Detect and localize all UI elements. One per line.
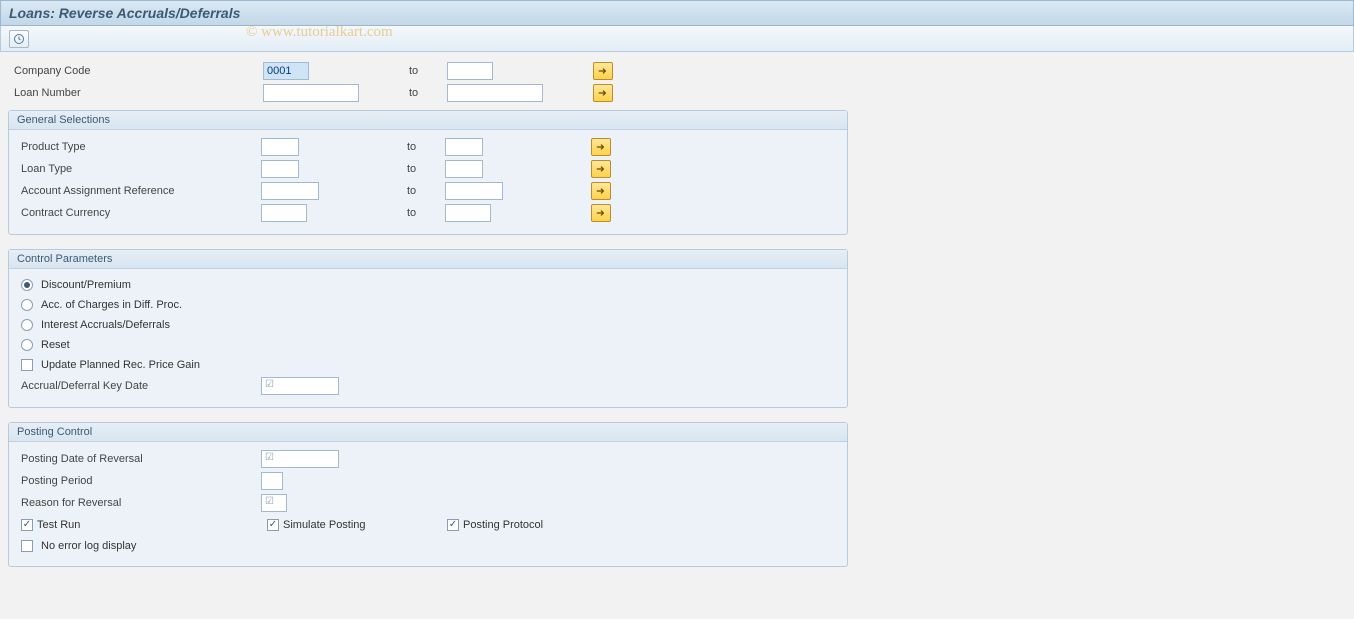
label-radio-interest: Interest Accruals/Deferrals	[41, 319, 170, 331]
arrow-right-icon	[597, 88, 609, 98]
posting-period-input[interactable]	[261, 472, 283, 490]
label-posting-period: Posting Period	[15, 475, 261, 487]
label-simulate-posting: Simulate Posting	[283, 519, 366, 531]
label-update-planned: Update Planned Rec. Price Gain	[41, 359, 200, 371]
label-loan-type: Loan Type	[15, 163, 261, 175]
clock-execute-icon	[13, 33, 25, 45]
label-radio-discount: Discount/Premium	[41, 279, 131, 291]
arrow-right-icon	[595, 208, 607, 218]
label-loan-number: Loan Number	[8, 87, 263, 99]
to-label: to	[405, 87, 447, 99]
company-code-from-input[interactable]	[263, 62, 309, 80]
posting-date-reversal-input[interactable]	[261, 450, 339, 468]
watermark: © www.tutorialkart.com	[246, 24, 393, 41]
loan-number-multi-select-button[interactable]	[593, 84, 613, 102]
group-control-parameters: Control Parameters Discount/Premium Acc.…	[8, 249, 848, 408]
to-label: to	[403, 185, 445, 197]
label-contract-currency: Contract Currency	[15, 207, 261, 219]
loan-type-to-input[interactable]	[445, 160, 483, 178]
label-posting-protocol: Posting Protocol	[463, 519, 543, 531]
label-test-run: Test Run	[37, 519, 80, 531]
checkbox-no-error-log[interactable]	[21, 540, 33, 552]
arrow-right-icon	[595, 164, 607, 174]
loan-type-multi-select-button[interactable]	[591, 160, 611, 178]
row-loan-number: Loan Number to	[8, 82, 1346, 104]
page-title: Loans: Reverse Accruals/Deferrals	[9, 5, 240, 21]
group-posting-control: Posting Control Posting Date of Reversal…	[8, 422, 848, 567]
arrow-right-icon	[595, 142, 607, 152]
radio-acc-charges[interactable]	[21, 299, 33, 311]
radio-discount-premium[interactable]	[21, 279, 33, 291]
label-posting-date-reversal: Posting Date of Reversal	[15, 453, 261, 465]
loan-number-from-input[interactable]	[263, 84, 359, 102]
to-label: to	[403, 163, 445, 175]
arrow-right-icon	[595, 186, 607, 196]
toolbar: © www.tutorialkart.com	[0, 26, 1354, 52]
checkbox-update-planned[interactable]	[21, 359, 33, 371]
label-radio-acc: Acc. of Charges in Diff. Proc.	[41, 299, 182, 311]
checkbox-simulate-posting[interactable]	[267, 519, 279, 531]
to-label: to	[403, 141, 445, 153]
label-aa-reference: Account Assignment Reference	[15, 185, 261, 197]
checkbox-test-run[interactable]	[21, 519, 33, 531]
radio-interest-accruals[interactable]	[21, 319, 33, 331]
content-area: Company Code to Loan Number to General S…	[0, 52, 1354, 575]
product-type-to-input[interactable]	[445, 138, 483, 156]
label-reason-reversal: Reason for Reversal	[15, 497, 261, 509]
to-label: to	[403, 207, 445, 219]
checkbox-posting-protocol[interactable]	[447, 519, 459, 531]
company-code-to-input[interactable]	[447, 62, 493, 80]
label-no-error-log: No error log display	[41, 540, 136, 552]
loan-number-to-input[interactable]	[447, 84, 543, 102]
aa-reference-multi-select-button[interactable]	[591, 182, 611, 200]
to-label: to	[405, 65, 447, 77]
contract-currency-to-input[interactable]	[445, 204, 491, 222]
legend-posting: Posting Control	[9, 423, 847, 442]
keydate-input[interactable]	[261, 377, 339, 395]
company-code-multi-select-button[interactable]	[593, 62, 613, 80]
execute-button[interactable]	[9, 30, 29, 48]
title-bar: Loans: Reverse Accruals/Deferrals	[0, 0, 1354, 26]
label-keydate: Accrual/Deferral Key Date	[15, 380, 261, 392]
label-radio-reset: Reset	[41, 339, 70, 351]
label-company-code: Company Code	[8, 65, 263, 77]
product-type-from-input[interactable]	[261, 138, 299, 156]
label-product-type: Product Type	[15, 141, 261, 153]
legend-control: Control Parameters	[9, 250, 847, 269]
aa-reference-to-input[interactable]	[445, 182, 503, 200]
group-general-selections: General Selections Product Type to Loan …	[8, 110, 848, 235]
reason-reversal-input[interactable]	[261, 494, 287, 512]
radio-reset[interactable]	[21, 339, 33, 351]
arrow-right-icon	[597, 66, 609, 76]
contract-currency-from-input[interactable]	[261, 204, 307, 222]
loan-type-from-input[interactable]	[261, 160, 299, 178]
legend-general: General Selections	[9, 111, 847, 130]
contract-currency-multi-select-button[interactable]	[591, 204, 611, 222]
aa-reference-from-input[interactable]	[261, 182, 319, 200]
product-type-multi-select-button[interactable]	[591, 138, 611, 156]
row-company-code: Company Code to	[8, 60, 1346, 82]
